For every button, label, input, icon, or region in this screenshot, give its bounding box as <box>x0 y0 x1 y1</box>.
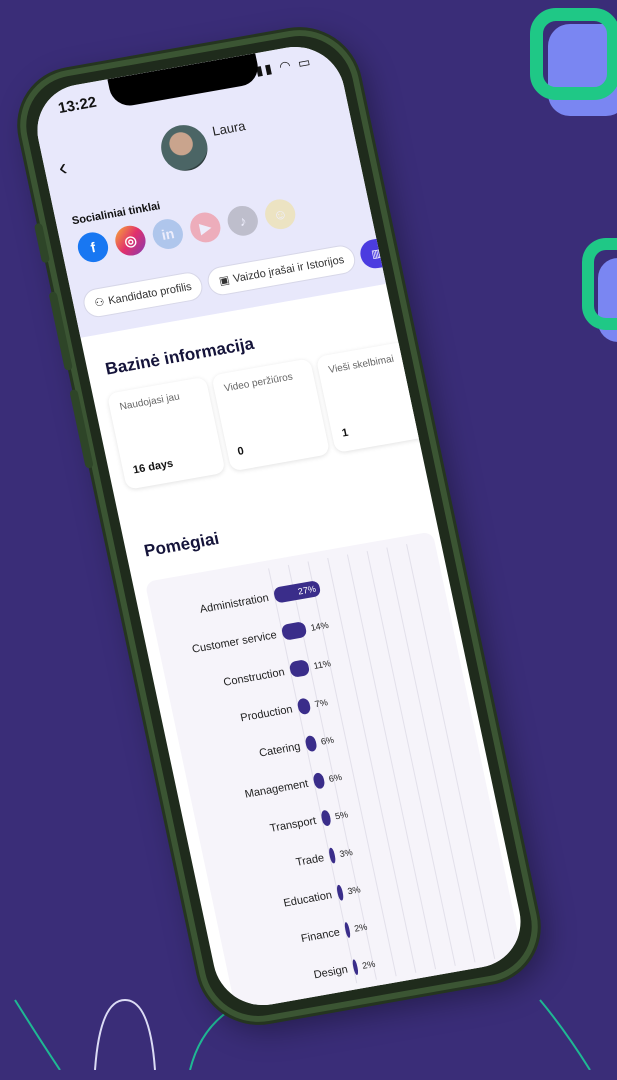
category-label: Catering <box>258 741 301 760</box>
tiktok-icon[interactable]: ♪ <box>224 203 261 239</box>
bar-value-label: 6% <box>320 735 335 747</box>
bar-value-label: 3% <box>339 847 354 859</box>
tab-label: Kandidato profilis <box>107 280 193 307</box>
card-label: Naudojasi jau <box>118 391 181 413</box>
info-card-using-since: Naudojasi jau 16 days <box>106 376 226 490</box>
interests-chart: Administration 27% Customer service 14% Cons… <box>144 531 524 1013</box>
category-label: Administration <box>199 592 270 616</box>
battery-icon: ▭ <box>296 53 314 71</box>
category-label: Transport <box>269 815 317 835</box>
bar <box>305 735 317 752</box>
bar-value-label: 14% <box>310 620 330 633</box>
phone-mockup: 13:22 ▮▮ ◠ ▭ ‹ Laura Socialiniai tinklai… <box>0 10 588 1080</box>
card-value: 0 <box>236 445 246 458</box>
tab-label: S <box>384 244 395 258</box>
wifi-icon: ◠ <box>277 57 294 75</box>
youtube-icon[interactable]: ▶ <box>187 210 224 245</box>
category-label: Management <box>244 778 310 801</box>
bar-chart-icon: ▥ <box>370 247 384 261</box>
category-label: Production <box>239 703 293 724</box>
people-icon: ⚇ <box>93 296 106 310</box>
phone-volume-up <box>48 291 73 371</box>
category-label: Construction <box>222 666 285 688</box>
info-card-video-views: Video peržiūros 0 <box>211 358 331 472</box>
bar-value-label: 5% <box>334 809 349 821</box>
info-card-public-posts: Vieši skelbimai 1 <box>315 339 435 454</box>
bar-value-label: 7% <box>314 697 329 709</box>
video-icon: ▣ <box>217 274 231 288</box>
bar <box>313 772 325 789</box>
bar <box>289 660 310 677</box>
category-label: Trade <box>295 852 325 869</box>
linkedin-icon[interactable]: in <box>149 216 186 252</box>
category-label: Education <box>282 889 333 909</box>
category-label: Customer service <box>191 629 278 656</box>
phone-frame: 13:22 ▮▮ ◠ ▭ ‹ Laura Socialiniai tinklai… <box>9 20 549 1032</box>
bar-value-label: 3% <box>347 884 362 896</box>
interests-title: Pomėgiai <box>142 528 221 561</box>
category-label: Finance <box>300 926 341 945</box>
snapchat-icon[interactable]: ☺ <box>262 196 299 232</box>
tab-statistics[interactable]: ▥ S <box>357 234 407 271</box>
status-icons: ▮▮ ◠ ▭ <box>254 54 314 80</box>
bar-value-label: 11% <box>313 658 332 671</box>
facebook-icon[interactable]: f <box>75 229 111 265</box>
phone-mute-switch <box>33 222 51 264</box>
bar-value-label: 6% <box>328 772 343 784</box>
status-time: 13:22 <box>56 93 99 118</box>
app-screen: 13:22 ▮▮ ◠ ▭ ‹ Laura Socialiniai tinklai… <box>28 39 530 1013</box>
card-label: Vieši skelbimai <box>327 353 395 376</box>
instagram-icon[interactable]: ◎ <box>112 223 149 258</box>
card-value: 1 <box>340 426 350 440</box>
interests-chart-svg: Administration27%Customer service14%Cons… <box>191 544 496 984</box>
phone-volume-down <box>69 389 94 469</box>
category-label: Design <box>313 964 349 982</box>
card-label: Video peržiūros <box>223 371 294 395</box>
card-value: 16 days <box>132 457 175 477</box>
bar <box>321 810 331 826</box>
